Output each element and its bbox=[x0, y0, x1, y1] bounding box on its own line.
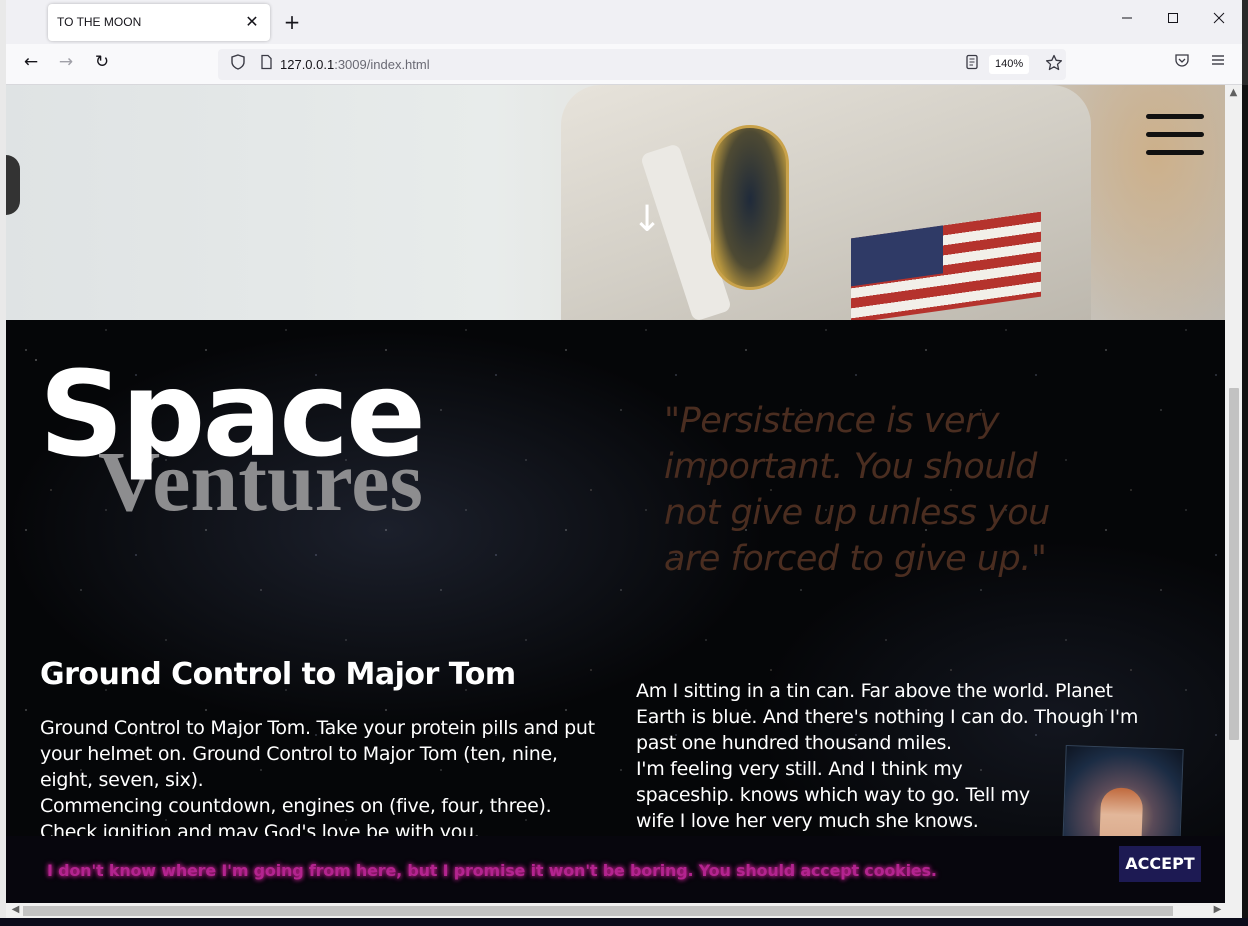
page-icon bbox=[256, 54, 276, 74]
url-path: :3009/index.html bbox=[334, 57, 430, 72]
back-button[interactable]: ← bbox=[18, 52, 44, 78]
bowie-portrait-image bbox=[1062, 744, 1184, 850]
scroll-down-arrow-icon[interactable]: ↓ bbox=[632, 200, 662, 240]
headline-space: Space bbox=[39, 345, 426, 483]
cookie-banner: I don't know where I'm going from here, … bbox=[6, 836, 1225, 903]
minimize-icon bbox=[1122, 17, 1132, 19]
tab-close-icon[interactable]: ✕ bbox=[242, 12, 262, 32]
minimize-button[interactable] bbox=[1112, 10, 1142, 34]
reload-button[interactable]: ↻ bbox=[89, 52, 115, 78]
page-viewport: ↓ Ventures Space "Persistence is very im… bbox=[6, 85, 1225, 903]
url-host: 127.0.0.1 bbox=[280, 57, 335, 72]
hamburger-line bbox=[1146, 132, 1204, 137]
horizontal-scrollbar[interactable]: ◀ ▶ bbox=[6, 903, 1242, 918]
new-tab-button[interactable]: + bbox=[280, 10, 304, 34]
mission-patch-image bbox=[711, 125, 789, 290]
browser-window: TO THE MOON ✕ + ← → ↻ 127.0.0.1:3009/ind… bbox=[6, 0, 1242, 918]
cookie-message: I don't know where I'm going from here, … bbox=[47, 861, 937, 880]
desktop-background-bottom bbox=[0, 918, 1248, 926]
left-column: Ground Control to Major Tom Ground Contr… bbox=[40, 657, 600, 845]
scroll-left-arrow-icon[interactable]: ◀ bbox=[8, 904, 23, 915]
right-paragraph-1: Am I sitting in a tin can. Far above the… bbox=[636, 680, 1139, 754]
maximize-button[interactable] bbox=[1158, 10, 1188, 34]
hamburger-line bbox=[1146, 114, 1204, 119]
reader-view-icon[interactable] bbox=[962, 54, 982, 74]
left-paragraph-1: Ground Control to Major Tom. Take your p… bbox=[40, 717, 595, 791]
space-section: Ventures Space "Persistence is very impo… bbox=[6, 320, 1225, 903]
scroll-right-arrow-icon[interactable]: ▶ bbox=[1210, 904, 1225, 915]
pocket-icon[interactable] bbox=[1169, 52, 1195, 78]
hamburger-menu-icon[interactable] bbox=[1146, 114, 1204, 156]
hero-astronaut-image: ↓ bbox=[6, 85, 1225, 324]
url-text[interactable]: 127.0.0.1:3009/index.html bbox=[280, 57, 430, 72]
bookmark-star-icon[interactable] bbox=[1044, 54, 1064, 74]
zoom-level-badge[interactable]: 140% bbox=[989, 55, 1030, 74]
close-icon bbox=[1213, 12, 1225, 24]
tab-bar: TO THE MOON ✕ + bbox=[6, 0, 1242, 44]
menu-icon[interactable] bbox=[1205, 52, 1231, 78]
tab-active[interactable]: TO THE MOON ✕ bbox=[48, 4, 270, 41]
maximize-icon bbox=[1168, 13, 1178, 23]
navigation-toolbar: ← → ↻ 127.0.0.1:3009/index.html 140% bbox=[6, 44, 1242, 85]
hamburger-line bbox=[1146, 150, 1204, 155]
url-bar[interactable]: 127.0.0.1:3009/index.html 140% bbox=[218, 49, 1066, 80]
quote-text: "Persistence is very important. You shou… bbox=[664, 401, 1050, 579]
horizontal-scrollbar-thumb[interactable] bbox=[23, 906, 1173, 916]
section-heading: Ground Control to Major Tom bbox=[40, 657, 516, 692]
scroll-up-arrow-icon[interactable]: ▲ bbox=[1226, 87, 1241, 98]
tab-title: TO THE MOON bbox=[57, 15, 142, 29]
right-paragraph-2: I'm feeling very still. And I think my s… bbox=[636, 758, 1030, 832]
forward-button[interactable]: → bbox=[53, 52, 79, 78]
shield-icon[interactable] bbox=[228, 54, 248, 74]
accept-cookies-button[interactable]: ACCEPT bbox=[1119, 846, 1201, 882]
vertical-scrollbar[interactable]: ▲ bbox=[1225, 85, 1242, 903]
close-window-button[interactable] bbox=[1204, 10, 1234, 34]
hero-image-shadow bbox=[6, 155, 20, 215]
vertical-scrollbar-thumb[interactable] bbox=[1229, 388, 1239, 740]
